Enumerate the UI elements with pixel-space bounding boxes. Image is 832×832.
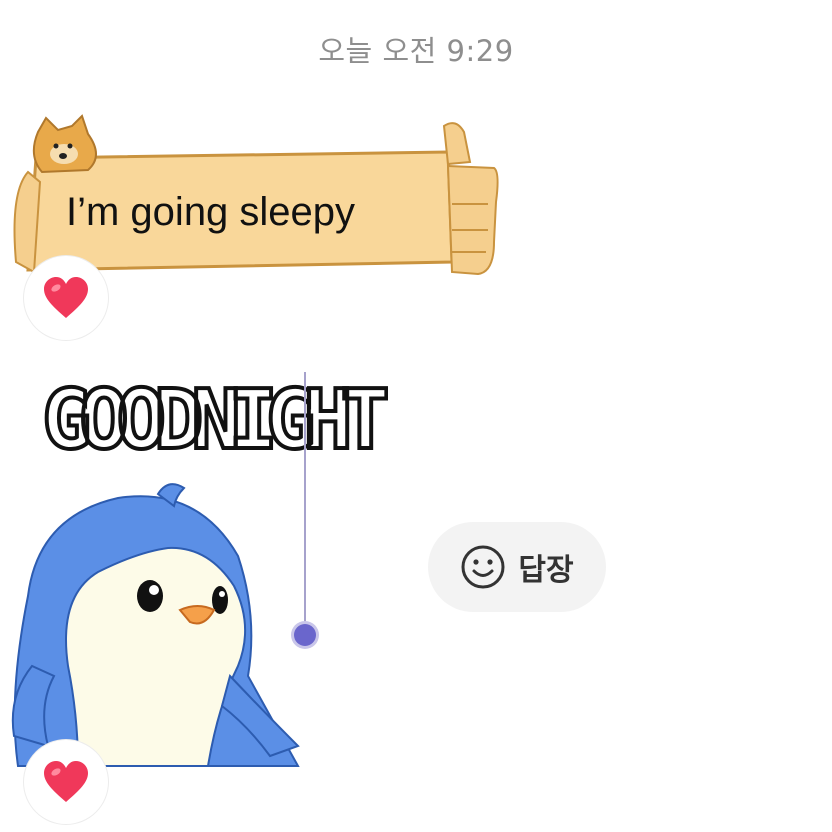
svg-text:GOODNIGHT: GOODNIGHT [42,373,387,464]
swipe-handle[interactable] [294,624,316,646]
sticker-message-text: I’m going sleepy [66,190,356,234]
heart-icon [44,761,88,802]
goodnight-sticker-caption: GOODNIGHT [40,371,388,464]
reply-button[interactable]: 답장 [428,522,606,612]
penguin-sticker-icon[interactable] [8,476,308,776]
heart-reaction-badge[interactable] [24,740,108,824]
swipe-indicator-line [304,372,306,634]
reply-button-label: 답장 [518,553,574,588]
heart-reaction-badge[interactable] [24,256,108,340]
message-timestamp: 오늘 오전 9:29 [318,34,514,68]
smile-icon [461,545,505,589]
heart-icon [44,277,88,318]
